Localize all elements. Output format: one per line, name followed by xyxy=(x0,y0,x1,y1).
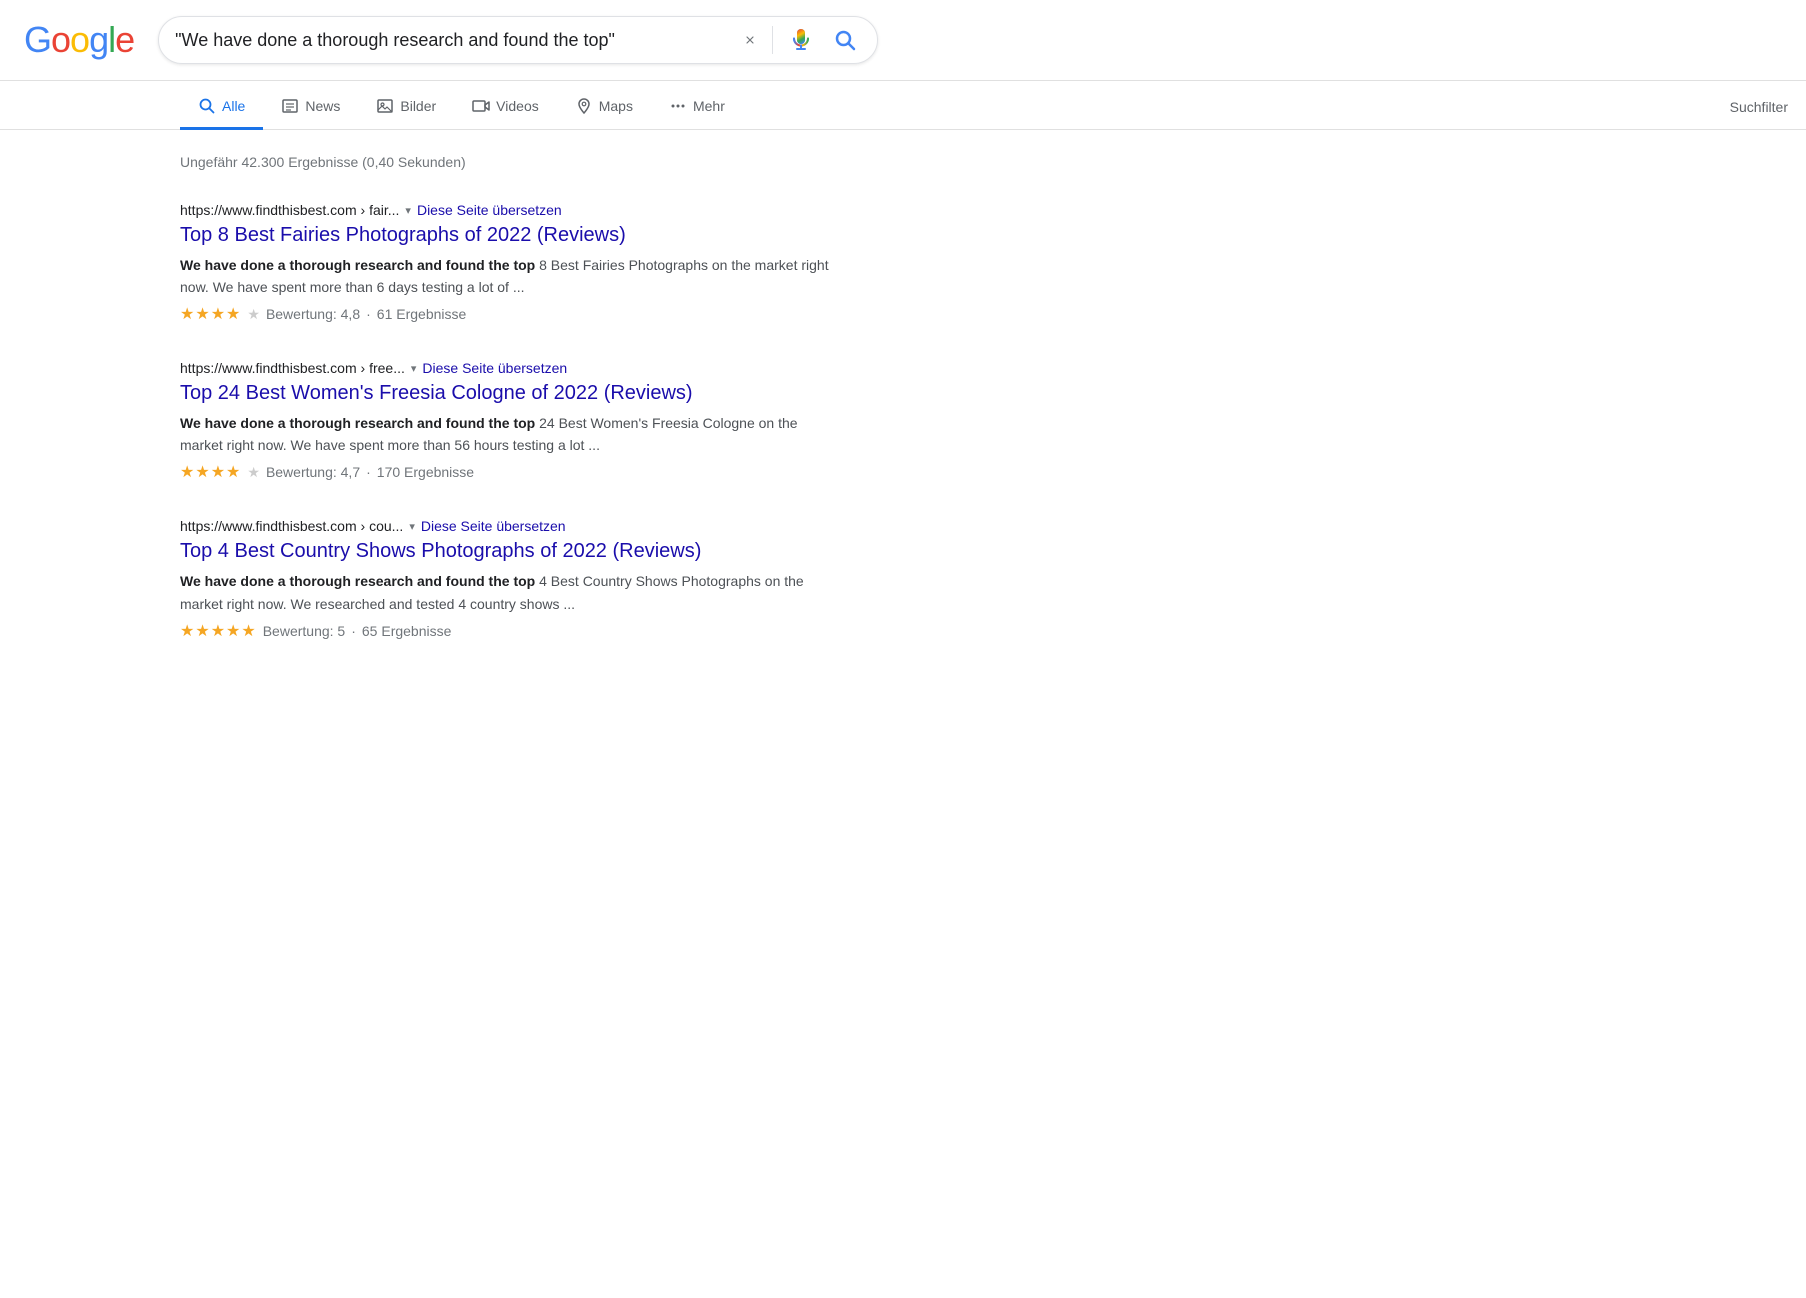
result-translate-link[interactable]: Diese Seite übersetzen xyxy=(421,518,566,534)
result-title[interactable]: Top 8 Best Fairies Photographs of 2022 (… xyxy=(180,222,840,248)
result-rating-text: Bewertung: 5 xyxy=(263,623,346,639)
result-snippet: We have done a thorough research and fou… xyxy=(180,570,840,614)
result-results-count: 61 Ergebnisse xyxy=(377,306,467,322)
tab-alle[interactable]: Alle xyxy=(180,85,263,130)
video-tab-icon xyxy=(472,97,490,115)
result-rating-dot: · xyxy=(366,306,371,322)
result-rating: ★★★★★ Bewertung: 4,7 · 170 Ergebnisse xyxy=(180,462,840,482)
tab-maps[interactable]: Maps xyxy=(557,85,651,130)
search-bar xyxy=(158,16,878,64)
result-rating-dot: · xyxy=(366,464,371,480)
microphone-button[interactable] xyxy=(785,24,817,56)
image-tab-icon xyxy=(376,97,394,115)
result-url: https://www.findthisbest.com › cou... xyxy=(180,518,403,534)
nav-tabs: Alle News Bilder xyxy=(0,81,1806,130)
result-rating-text: Bewertung: 4,8 xyxy=(266,306,360,322)
result-snippet: We have done a thorough research and fou… xyxy=(180,254,840,298)
result-stars: ★★★★★ xyxy=(180,621,257,641)
search-result: https://www.findthisbest.com › cou... ▾ … xyxy=(180,518,840,640)
tab-videos-label: Videos xyxy=(496,98,539,114)
result-translate-link[interactable]: Diese Seite übersetzen xyxy=(417,202,562,218)
result-rating-text: Bewertung: 4,7 xyxy=(266,464,360,480)
search-button[interactable] xyxy=(829,24,861,56)
result-url-row: https://www.findthisbest.com › free... ▾… xyxy=(180,360,840,376)
result-url: https://www.findthisbest.com › free... xyxy=(180,360,405,376)
result-translate-link[interactable]: Diese Seite übersetzen xyxy=(422,360,567,376)
search-icons xyxy=(740,24,861,56)
tab-alle-label: Alle xyxy=(222,98,245,114)
result-snippet-bold: We have done a thorough research and fou… xyxy=(180,415,535,431)
result-dropdown[interactable]: ▾ xyxy=(411,362,417,375)
result-snippet-bold: We have done a thorough research and fou… xyxy=(180,573,535,589)
result-stars: ★★★★ xyxy=(180,462,241,482)
result-snippet-bold: We have done a thorough research and fou… xyxy=(180,257,535,273)
suchfilter-button[interactable]: Suchfilter xyxy=(1712,87,1806,127)
search-input[interactable] xyxy=(175,30,728,51)
result-snippet: We have done a thorough research and fou… xyxy=(180,412,840,456)
results-area: Ungefähr 42.300 Ergebnisse (0,40 Sekunde… xyxy=(0,130,860,641)
result-dropdown[interactable]: ▾ xyxy=(409,520,415,533)
tab-bilder[interactable]: Bilder xyxy=(358,85,454,130)
header: Google xyxy=(0,0,1806,81)
search-divider xyxy=(772,26,773,54)
clear-button[interactable] xyxy=(740,30,760,50)
search-result: https://www.findthisbest.com › free... ▾… xyxy=(180,360,840,482)
result-title[interactable]: Top 24 Best Women's Freesia Cologne of 2… xyxy=(180,380,840,406)
mehr-tab-icon xyxy=(669,97,687,115)
tab-news-label: News xyxy=(305,98,340,114)
result-rating-dot: · xyxy=(351,623,356,639)
result-rating: ★★★★★ Bewertung: 5 · 65 Ergebnisse xyxy=(180,621,840,641)
tab-bilder-label: Bilder xyxy=(400,98,436,114)
result-results-count: 170 Ergebnisse xyxy=(377,464,474,480)
tab-mehr-label: Mehr xyxy=(693,98,725,114)
result-results-count: 65 Ergebnisse xyxy=(362,623,452,639)
google-logo[interactable]: Google xyxy=(24,19,134,61)
results-count: Ungefähr 42.300 Ergebnisse (0,40 Sekunde… xyxy=(180,146,860,178)
result-url-row: https://www.findthisbest.com › cou... ▾ … xyxy=(180,518,840,534)
result-url-row: https://www.findthisbest.com › fair... ▾… xyxy=(180,202,840,218)
tab-mehr[interactable]: Mehr xyxy=(651,85,743,130)
result-dropdown[interactable]: ▾ xyxy=(405,204,411,217)
search-tab-icon xyxy=(198,97,216,115)
result-rating: ★★★★★ Bewertung: 4,8 · 61 Ergebnisse xyxy=(180,304,840,324)
search-result: https://www.findthisbest.com › fair... ▾… xyxy=(180,202,840,324)
tab-videos[interactable]: Videos xyxy=(454,85,557,130)
maps-tab-icon xyxy=(575,97,593,115)
tab-news[interactable]: News xyxy=(263,85,358,130)
news-tab-icon xyxy=(281,97,299,115)
result-title[interactable]: Top 4 Best Country Shows Photographs of … xyxy=(180,538,840,564)
result-url: https://www.findthisbest.com › fair... xyxy=(180,202,399,218)
result-stars: ★★★★ xyxy=(180,304,241,324)
tab-maps-label: Maps xyxy=(599,98,633,114)
